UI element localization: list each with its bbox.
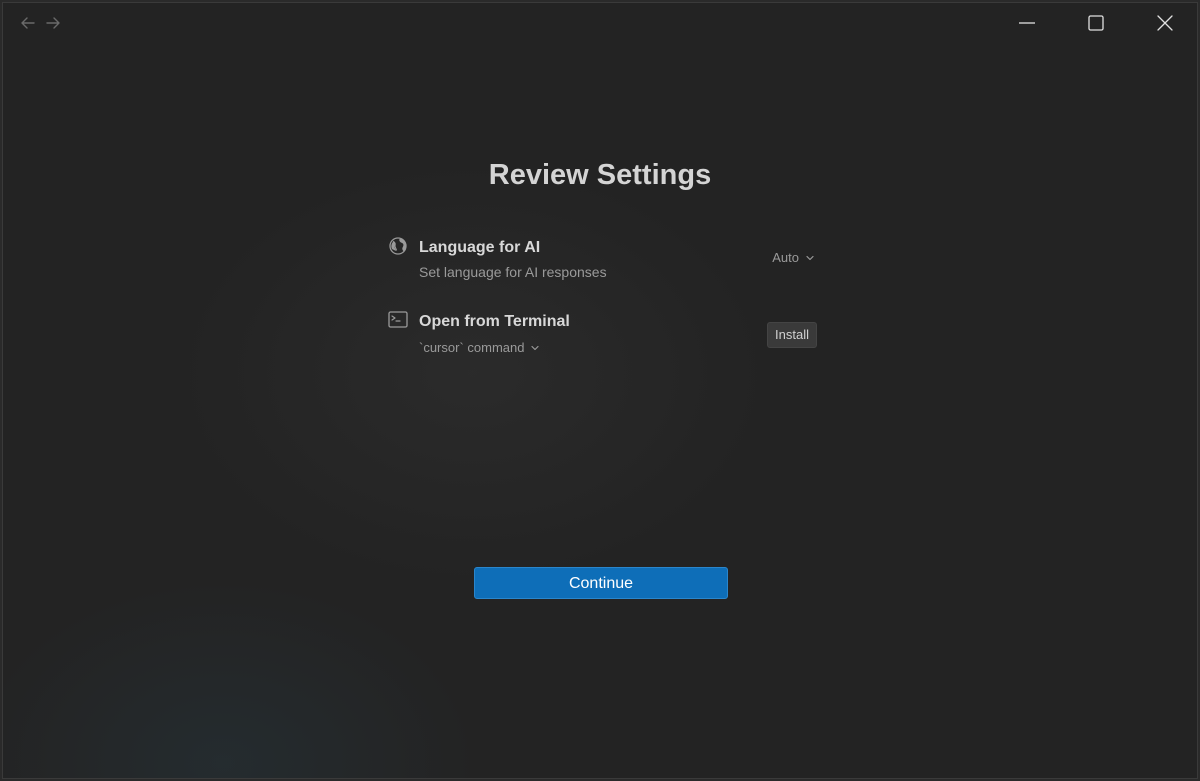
arrow-left-icon xyxy=(18,13,38,33)
setting-label: Language for AI xyxy=(419,239,541,256)
continue-button[interactable]: Continue xyxy=(474,567,728,599)
dropdown-value: `cursor` command xyxy=(419,340,525,355)
install-button[interactable]: Install xyxy=(767,322,817,348)
setting-label: Open from Terminal xyxy=(419,313,570,330)
close-icon xyxy=(1156,14,1174,32)
arrow-right-icon xyxy=(43,13,63,33)
language-dropdown[interactable]: Auto xyxy=(772,250,815,265)
globe-icon xyxy=(387,235,409,257)
back-button[interactable] xyxy=(18,13,38,33)
page-title: Review Settings xyxy=(488,159,712,191)
chevron-down-icon xyxy=(530,343,540,353)
terminal-command-dropdown[interactable]: `cursor` command xyxy=(419,340,540,355)
maximize-button[interactable] xyxy=(1062,3,1130,43)
maximize-icon xyxy=(1087,14,1105,32)
minimize-button[interactable] xyxy=(993,3,1061,43)
close-button[interactable] xyxy=(1131,3,1197,43)
setting-language-for-ai: Language for AI Set language for AI resp… xyxy=(387,235,817,287)
title-bar xyxy=(3,3,1197,43)
app-window: Review Settings Language for AI Set lang… xyxy=(2,2,1198,779)
forward-button[interactable] xyxy=(43,13,63,33)
setting-open-from-terminal: Open from Terminal `cursor` command Inst… xyxy=(387,309,817,361)
minimize-icon xyxy=(1018,14,1036,32)
setting-description: Set language for AI responses xyxy=(419,264,607,280)
terminal-icon xyxy=(387,309,409,331)
dropdown-value: Auto xyxy=(772,250,799,265)
chevron-down-icon xyxy=(805,253,815,263)
